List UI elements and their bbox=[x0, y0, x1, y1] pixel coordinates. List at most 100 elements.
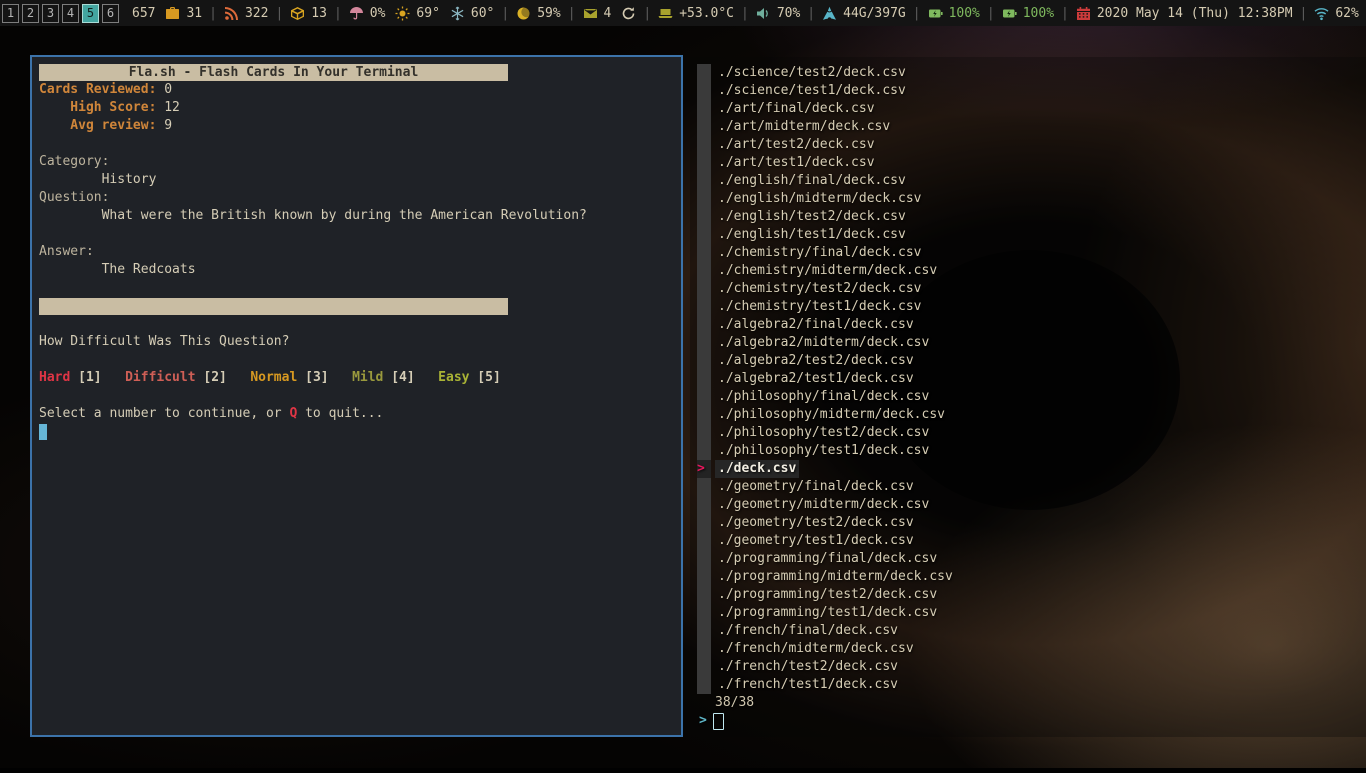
file-row[interactable]: ./programming/test2/deck.csv bbox=[697, 586, 956, 604]
moon-icon bbox=[516, 6, 531, 21]
file-row[interactable]: ./algebra2/test2/deck.csv bbox=[697, 352, 956, 370]
file-row[interactable]: ./algebra2/test1/deck.csv bbox=[697, 370, 956, 388]
category-label: Category: bbox=[39, 153, 676, 171]
status-value: 13 bbox=[311, 6, 327, 21]
status-value: 62% bbox=[1335, 6, 1358, 21]
file-row[interactable]: ./art/final/deck.csv bbox=[697, 100, 956, 118]
file-row[interactable]: ./programming/midterm/deck.csv bbox=[697, 568, 956, 586]
file-row[interactable]: ./geometry/test2/deck.csv bbox=[697, 514, 956, 532]
file-row[interactable]: ./philosophy/test1/deck.csv bbox=[697, 442, 956, 460]
status-value: 0% bbox=[370, 6, 386, 21]
battery-charging-icon bbox=[928, 6, 943, 21]
status-value: 4 bbox=[604, 6, 612, 21]
stat-row: Avg review: 9 bbox=[39, 117, 676, 135]
workspace-6[interactable]: 6 bbox=[102, 4, 119, 23]
question-text: What were the British known by during th… bbox=[39, 207, 676, 225]
separator: | bbox=[741, 6, 749, 21]
search-prompt[interactable]: > bbox=[697, 712, 956, 730]
workspace-3[interactable]: 3 bbox=[42, 4, 59, 23]
flashcard-title: Fla.sh - Flash Cards In Your Terminal bbox=[39, 64, 508, 81]
file-row[interactable]: ./english/test1/deck.csv bbox=[697, 226, 956, 244]
status-value: 100% bbox=[1023, 6, 1054, 21]
file-row[interactable]: ./philosophy/test2/deck.csv bbox=[697, 424, 956, 442]
status-value: 59% bbox=[537, 6, 560, 21]
flashcard-terminal-window[interactable]: Fla.sh - Flash Cards In Your Terminal Ca… bbox=[30, 55, 683, 737]
gutter bbox=[697, 298, 711, 316]
finder-cursor bbox=[713, 713, 724, 730]
battery-charging-status: 100% bbox=[1002, 6, 1054, 21]
rss-icon bbox=[224, 6, 239, 21]
speaker-status: 70% bbox=[756, 6, 800, 21]
speaker-icon bbox=[756, 6, 771, 21]
file-row[interactable]: ./algebra2/midterm/deck.csv bbox=[697, 334, 956, 352]
gutter bbox=[697, 154, 711, 172]
workspace-switcher: 123456 bbox=[2, 4, 119, 23]
file-row[interactable]: ./philosophy/final/deck.csv bbox=[697, 388, 956, 406]
gutter bbox=[697, 334, 711, 352]
workspace-4[interactable]: 4 bbox=[62, 4, 79, 23]
workspace-2[interactable]: 2 bbox=[22, 4, 39, 23]
gutter bbox=[697, 316, 711, 334]
file-list: ./science/test2/deck.csv./science/test1/… bbox=[697, 64, 956, 730]
separator: | bbox=[209, 6, 217, 21]
file-row[interactable]: ./french/midterm/deck.csv bbox=[697, 640, 956, 658]
file-row[interactable]: ./art/midterm/deck.csv bbox=[697, 118, 956, 136]
terminal-cursor bbox=[39, 424, 47, 440]
finder-terminal-window[interactable]: ./science/test2/deck.csv./science/test1/… bbox=[690, 57, 1366, 737]
file-row[interactable]: ./geometry/final/deck.csv bbox=[697, 478, 956, 496]
file-row[interactable]: ./chemistry/midterm/deck.csv bbox=[697, 262, 956, 280]
stat-row: Cards Reviewed: 0 bbox=[39, 81, 676, 99]
gutter bbox=[697, 352, 711, 370]
file-row[interactable]: ./geometry/test1/deck.csv bbox=[697, 532, 956, 550]
moon-status: 59% bbox=[516, 6, 560, 21]
briefcase-status: 31 bbox=[165, 6, 202, 21]
file-row[interactable]: ./philosophy/midterm/deck.csv bbox=[697, 406, 956, 424]
status-text: 657 bbox=[132, 6, 155, 21]
gutter bbox=[697, 136, 711, 154]
file-row[interactable]: ./art/test2/deck.csv bbox=[697, 136, 956, 154]
separator: | bbox=[913, 6, 921, 21]
workspace-1[interactable]: 1 bbox=[2, 4, 19, 23]
file-row[interactable]: ./english/final/deck.csv bbox=[697, 172, 956, 190]
status-value: 657 bbox=[132, 6, 155, 21]
package-icon bbox=[290, 6, 305, 21]
file-row[interactable]: ./french/test1/deck.csv bbox=[697, 676, 956, 694]
separator: | bbox=[501, 6, 509, 21]
gutter bbox=[697, 442, 711, 460]
file-row[interactable]: ./english/test2/deck.csv bbox=[697, 208, 956, 226]
separator: | bbox=[334, 6, 342, 21]
separator: | bbox=[568, 6, 576, 21]
gutter bbox=[697, 514, 711, 532]
arch-icon bbox=[822, 6, 837, 21]
sun-status: 69° bbox=[395, 6, 439, 21]
file-row[interactable]: ./chemistry/final/deck.csv bbox=[697, 244, 956, 262]
battery-charging-status: 100% bbox=[928, 6, 980, 21]
file-row[interactable]: ./chemistry/test2/deck.csv bbox=[697, 280, 956, 298]
separator: | bbox=[1061, 6, 1069, 21]
difficulty-options: Hard [1]Difficult [2]Normal [3]Mild [4]E… bbox=[39, 369, 676, 387]
file-row[interactable]: ./programming/final/deck.csv bbox=[697, 550, 956, 568]
wifi-status: 62% bbox=[1314, 6, 1358, 21]
file-row[interactable]: >./deck.csv bbox=[697, 460, 956, 478]
workspace-5[interactable]: 5 bbox=[82, 4, 99, 23]
file-row[interactable]: ./english/midterm/deck.csv bbox=[697, 190, 956, 208]
wifi-icon bbox=[1314, 6, 1329, 21]
file-row[interactable]: ./programming/test1/deck.csv bbox=[697, 604, 956, 622]
mail-status: 4 bbox=[583, 6, 612, 21]
file-row[interactable]: ./science/test2/deck.csv bbox=[697, 64, 956, 82]
status-value: 69° bbox=[416, 6, 439, 21]
file-row[interactable]: ./french/final/deck.csv bbox=[697, 622, 956, 640]
answer-text: The Redcoats bbox=[39, 261, 676, 279]
file-row[interactable]: ./art/test1/deck.csv bbox=[697, 154, 956, 172]
quit-hint: Select a number to continue, or Q to qui… bbox=[39, 405, 676, 423]
file-row[interactable]: ./chemistry/test1/deck.csv bbox=[697, 298, 956, 316]
status-value: 322 bbox=[245, 6, 268, 21]
separator: | bbox=[275, 6, 283, 21]
file-row[interactable]: ./science/test1/deck.csv bbox=[697, 82, 956, 100]
file-row[interactable]: ./geometry/midterm/deck.csv bbox=[697, 496, 956, 514]
gutter bbox=[697, 496, 711, 514]
file-row[interactable]: ./french/test2/deck.csv bbox=[697, 658, 956, 676]
gutter bbox=[697, 208, 711, 226]
file-row[interactable]: ./algebra2/final/deck.csv bbox=[697, 316, 956, 334]
prompt-char: > bbox=[699, 712, 707, 730]
